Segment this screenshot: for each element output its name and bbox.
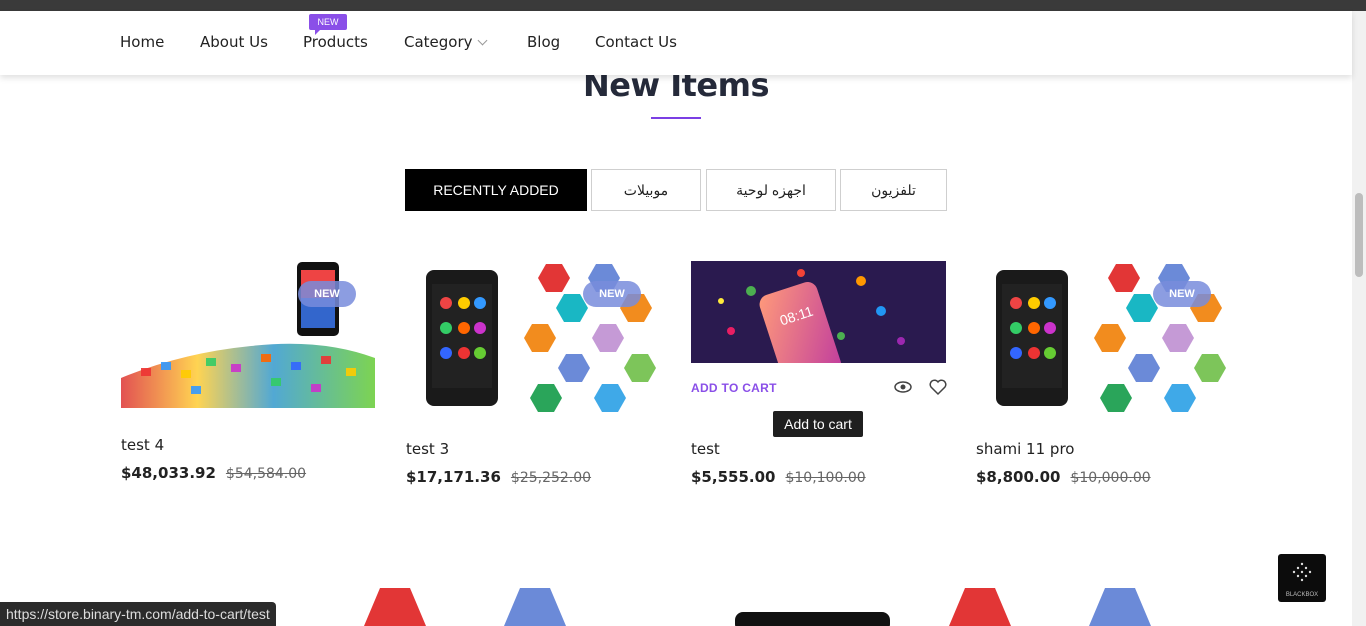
- wishlist-heart-icon[interactable]: [927, 376, 949, 398]
- browser-top-bar: [0, 0, 1366, 11]
- quick-view-eye-icon[interactable]: [892, 376, 914, 398]
- main-navigation: Home About Us Products Category Blog Con…: [0, 11, 1352, 75]
- product-price: $17,171.36 $25,252.00: [406, 468, 591, 486]
- products-new-badge: NEW: [309, 14, 347, 35]
- nav-category[interactable]: Category: [404, 33, 487, 51]
- old-price: $54,584.00: [225, 466, 307, 482]
- product-new-badge: NEW: [1153, 281, 1211, 307]
- product-image-test[interactable]: 08:11: [691, 261, 946, 363]
- old-price: $10,000.00: [1070, 470, 1151, 486]
- nav-products[interactable]: Products: [303, 33, 368, 51]
- nav-about-us[interactable]: About Us: [200, 33, 268, 51]
- current-price: $48,033.92: [121, 464, 216, 482]
- current-price: $8,800.00: [976, 468, 1061, 486]
- nav-category-label: Category: [404, 33, 473, 51]
- product-price: $8,800.00 $10,000.00: [976, 468, 1151, 486]
- blackbox-label: BLACKBOX: [1285, 592, 1319, 598]
- nav-blog[interactable]: Blog: [527, 33, 560, 51]
- tab-mobiles[interactable]: موبيلات: [591, 169, 701, 211]
- nav-contact-us[interactable]: Contact Us: [595, 33, 677, 51]
- product-price: $5,555.00 $10,100.00: [691, 468, 866, 486]
- current-price: $17,171.36: [406, 468, 501, 486]
- old-price: $10,100.00: [785, 470, 866, 486]
- current-price: $5,555.00: [691, 468, 776, 486]
- add-to-cart-button[interactable]: ADD TO CART: [691, 381, 777, 395]
- product-name-test[interactable]: test: [691, 440, 720, 458]
- scrollbar-thumb[interactable]: [1355, 193, 1363, 277]
- old-price: $25,252.00: [510, 470, 592, 486]
- product-new-badge: NEW: [298, 281, 356, 307]
- next-row-product-images: [364, 588, 1151, 626]
- page-scrollbar[interactable]: [1352, 11, 1366, 626]
- product-price: $48,033.92 $54,584.00: [121, 464, 306, 482]
- product-name-shami-11-pro[interactable]: shami 11 pro: [976, 440, 1074, 458]
- tab-recently-added[interactable]: RECENTLY ADDED: [405, 169, 587, 211]
- product-name-test-3[interactable]: test 3: [406, 440, 449, 458]
- chevron-down-icon: [477, 35, 487, 46]
- browser-status-url: https://store.binary-tm.com/add-to-cart/…: [0, 602, 276, 626]
- blackbox-widget[interactable]: BLACKBOX: [1278, 554, 1326, 602]
- add-to-cart-tooltip: Add to cart: [773, 411, 863, 437]
- blackbox-logo-icon: [1292, 562, 1312, 582]
- tab-televisions[interactable]: تلفزيون: [840, 169, 947, 211]
- title-underline: [651, 117, 701, 119]
- product-new-badge: NEW: [583, 281, 641, 307]
- product-name-test-4[interactable]: test 4: [121, 436, 164, 454]
- phone-banner-illustration: 08:11: [718, 269, 905, 363]
- tab-tablets[interactable]: اجهزه لوحية: [706, 169, 836, 211]
- nav-home[interactable]: Home: [120, 33, 164, 51]
